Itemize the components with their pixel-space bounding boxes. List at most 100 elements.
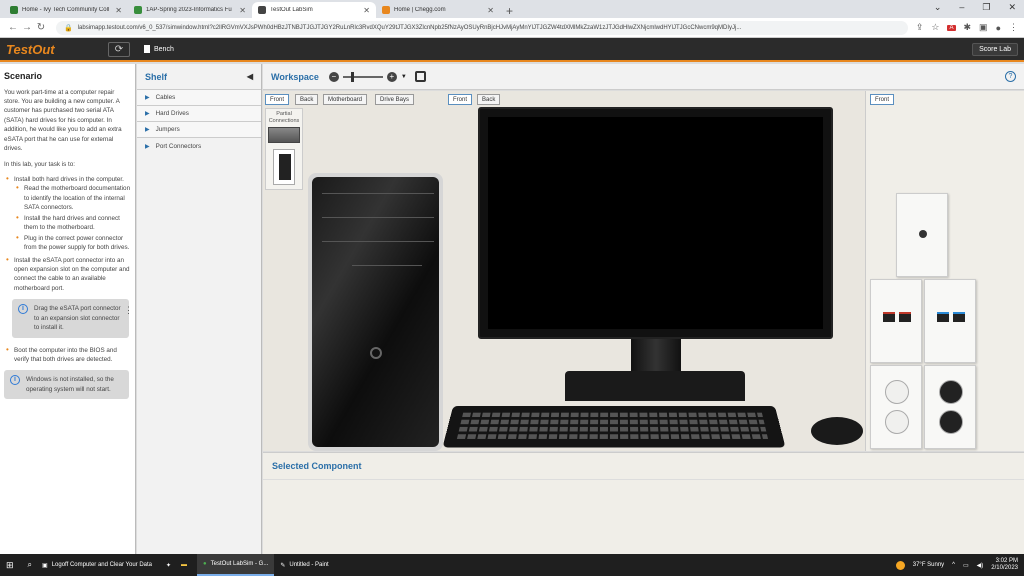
ethernet-jack[interactable] bbox=[953, 312, 965, 322]
zoom-thumb[interactable] bbox=[350, 71, 354, 82]
power-outlet-plate[interactable] bbox=[870, 365, 922, 449]
new-tab-icon[interactable]: + bbox=[506, 4, 513, 18]
restore-icon[interactable]: ❐ bbox=[982, 2, 990, 13]
search-icon[interactable]: ⌕ bbox=[28, 560, 32, 570]
power-outlet[interactable] bbox=[885, 410, 909, 434]
weather-text[interactable]: 37°F Sunny bbox=[913, 562, 944, 568]
arrow-right-icon[interactable]: → bbox=[20, 22, 34, 33]
workspace-title: Workspace bbox=[271, 71, 319, 82]
panel-resize-handle-icon[interactable]: ⋮ bbox=[124, 304, 133, 318]
ethernet-wall-plate-blue[interactable] bbox=[924, 279, 976, 363]
reload-icon[interactable]: ↻ bbox=[34, 22, 48, 33]
power-outlet-plate-plugged[interactable] bbox=[924, 365, 976, 449]
zoom-in-icon[interactable]: + bbox=[386, 71, 397, 82]
minimize-icon[interactable]: – bbox=[959, 2, 964, 13]
hint-text: Drag the eSATA port connector to an expa… bbox=[34, 305, 121, 332]
close-tab-icon[interactable]: ✕ bbox=[115, 6, 122, 15]
ethernet-wall-plate-red[interactable] bbox=[870, 279, 922, 363]
share-icon[interactable]: ⇪ bbox=[916, 22, 924, 33]
extensions-icon[interactable]: ✱ bbox=[964, 22, 972, 33]
power-outlet[interactable] bbox=[885, 380, 909, 404]
wall-view-front-button[interactable]: Front bbox=[870, 94, 895, 105]
selected-component-title: Selected Component bbox=[272, 461, 362, 471]
taskbar-chrome[interactable]: ● TestOut LabSim - G... bbox=[197, 554, 275, 576]
score-lab-button[interactable]: Score Lab bbox=[972, 42, 1018, 56]
monitor-stand bbox=[565, 371, 745, 401]
divider bbox=[263, 479, 1024, 480]
monitor-view-back-button[interactable]: Back bbox=[477, 94, 501, 105]
file-explorer-icon[interactable]: ▬ bbox=[181, 562, 187, 568]
taskbar-paint[interactable]: ✎ Untitled - Paint bbox=[274, 554, 334, 576]
informatics-favicon-icon bbox=[134, 6, 142, 14]
subtask-item: Plug in the correct power connector from… bbox=[14, 234, 131, 253]
key-row bbox=[458, 426, 767, 432]
windows-start-icon[interactable]: ⊞ bbox=[6, 560, 14, 571]
ethernet-jack[interactable] bbox=[883, 312, 895, 322]
pc-view-motherboard-button[interactable]: Motherboard bbox=[323, 94, 368, 105]
browser-tab-ivy-tech[interactable]: Home - Ivy Tech Community Coll ✕ bbox=[4, 2, 128, 18]
window-controls: ⌄ – ❐ ✕ bbox=[934, 2, 1016, 13]
power-supply-component[interactable] bbox=[268, 127, 300, 144]
tray-chevron-icon[interactable]: ^ bbox=[952, 562, 955, 568]
sidebar-icon[interactable]: ▣ bbox=[979, 22, 988, 33]
network-icon[interactable]: ▭ bbox=[963, 562, 969, 569]
zoom-control: − + ▼ bbox=[328, 71, 407, 82]
monitor-neck bbox=[631, 339, 681, 375]
power-button-icon[interactable] bbox=[370, 347, 382, 359]
chevron-down-icon[interactable]: ⌄ bbox=[934, 2, 942, 13]
clock[interactable]: 3:02 PM 2/10/2023 bbox=[991, 558, 1018, 572]
drive-bay bbox=[352, 265, 422, 266]
coax-wall-plate[interactable] bbox=[896, 193, 948, 277]
browser-tab-informatics[interactable]: 1AP-Spring 2023-Informatics Fu ✕ bbox=[128, 2, 252, 18]
computer-case[interactable] bbox=[308, 173, 443, 451]
expand-icon: ▶ bbox=[145, 111, 150, 117]
plugged-outlet[interactable] bbox=[939, 380, 963, 404]
drive-component[interactable] bbox=[273, 149, 295, 186]
key-row bbox=[456, 434, 769, 439]
drive-bay bbox=[322, 193, 434, 194]
scenario-intro: You work part-time at a computer repair … bbox=[4, 88, 122, 153]
close-tab-icon[interactable]: ✕ bbox=[363, 6, 370, 15]
fit-to-screen-icon[interactable] bbox=[414, 71, 426, 82]
chevron-down-icon[interactable]: ▼ bbox=[401, 74, 407, 80]
plugged-outlet[interactable] bbox=[939, 410, 963, 434]
taskbar-logoff[interactable]: ▣ Logoff Computer and Clear Your Data bbox=[42, 562, 152, 569]
mouse[interactable] bbox=[811, 417, 863, 445]
shelf-item-cables[interactable]: ▶ Cables bbox=[137, 90, 261, 106]
shelf-panel: Shelf ◀ ▶ Cables ▶ Hard Drives ▶ Jumpers ▶ P… bbox=[137, 64, 262, 554]
info-icon: i bbox=[10, 375, 20, 386]
pc-view-back-button[interactable]: Back bbox=[295, 94, 319, 105]
app-icon[interactable]: ✦ bbox=[166, 562, 171, 569]
keyboard[interactable] bbox=[442, 405, 786, 448]
close-window-icon[interactable]: ✕ bbox=[1008, 2, 1016, 13]
zoom-slider[interactable] bbox=[342, 71, 383, 82]
pc-view-front-button[interactable]: Front bbox=[265, 94, 290, 105]
close-tab-icon[interactable]: ✕ bbox=[487, 6, 494, 15]
refresh-button[interactable]: ⟳ bbox=[108, 41, 130, 57]
zoom-out-icon[interactable]: − bbox=[328, 71, 339, 82]
browser-tab-chegg[interactable]: Home | Chegg.com ✕ bbox=[376, 2, 500, 18]
url-field[interactable]: 🔒 labsimapp.testout.com/v6_0_537/simwind… bbox=[56, 20, 908, 35]
pc-view-drive-bays-button[interactable]: Drive Bays bbox=[375, 94, 415, 105]
profile-avatar-icon[interactable]: ● bbox=[996, 23, 1001, 33]
monitor[interactable] bbox=[478, 107, 833, 339]
help-icon[interactable]: ? bbox=[1005, 71, 1016, 82]
ethernet-jack[interactable] bbox=[937, 312, 949, 322]
star-icon[interactable]: ☆ bbox=[931, 22, 939, 33]
shelf-item-jumpers[interactable]: ▶ Jumpers bbox=[137, 122, 261, 138]
monitor-view-front-button[interactable]: Front bbox=[448, 94, 473, 105]
browser-tab-testout[interactable]: TestOut LabSim ✕ bbox=[252, 2, 376, 18]
volume-icon[interactable]: ◀) bbox=[977, 562, 984, 569]
ethernet-jack[interactable] bbox=[899, 312, 911, 322]
shelf-item-hard-drives[interactable]: ▶ Hard Drives bbox=[137, 106, 261, 122]
menu-kebab-icon[interactable]: ⋮ bbox=[1009, 22, 1018, 33]
shelf-item-port-connectors[interactable]: ▶ Port Connectors bbox=[137, 138, 261, 154]
testout-favicon-icon bbox=[258, 6, 266, 14]
shelf-item-label: Hard Drives bbox=[155, 110, 189, 117]
collapse-left-icon[interactable]: ◀ bbox=[247, 72, 253, 81]
pdf-extension-icon[interactable]: A bbox=[947, 24, 956, 31]
arrow-left-icon[interactable]: ← bbox=[6, 22, 20, 33]
task-list: Install both hard drives in the computer… bbox=[4, 175, 131, 293]
close-tab-icon[interactable]: ✕ bbox=[239, 6, 246, 15]
task-item: Boot the computer into the BIOS and veri… bbox=[4, 346, 131, 365]
